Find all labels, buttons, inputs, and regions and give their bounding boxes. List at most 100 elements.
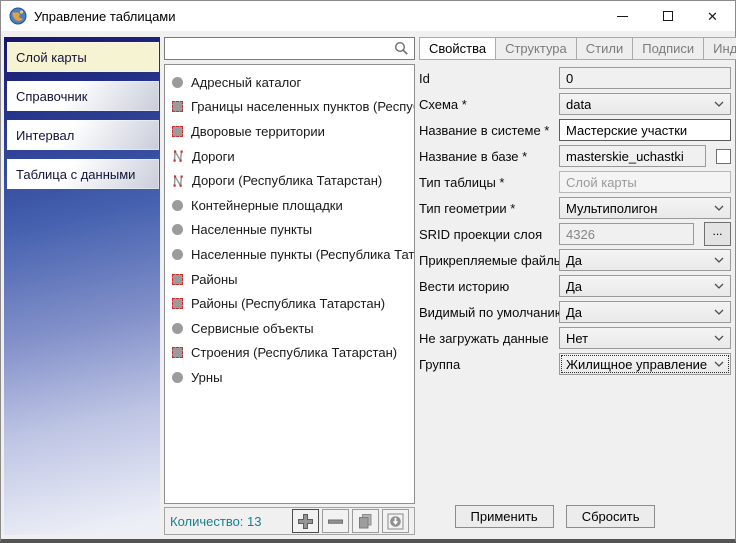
combobox-value: Нет (566, 331, 588, 346)
list-item[interactable]: Строения (Республика Татарстан) (165, 341, 414, 366)
list-item[interactable]: Населенные пункты (Республика Татар (165, 242, 414, 267)
list-item[interactable]: Сервисные объекты (165, 316, 414, 341)
reset-button[interactable]: Сбросить (566, 505, 656, 528)
field-control-area: Слой карты (559, 171, 731, 193)
chevron-down-icon (714, 205, 724, 212)
maximize-button[interactable] (645, 1, 690, 31)
combobox-value: data (566, 97, 591, 112)
titlebar: Управление таблицами ✕ (1, 1, 735, 31)
sidebar-item-3[interactable]: Интервал (7, 120, 159, 150)
list-footer: Количество: 13 (164, 507, 415, 535)
search-icon[interactable] (394, 41, 409, 56)
field-label: Вести историю (419, 279, 559, 294)
combobox-value: Да (566, 279, 582, 294)
form-row: Id0 (419, 65, 731, 91)
list-item-label: Контейнерные площадки (191, 198, 343, 213)
tabstrip: СвойстваСтруктураСтилиПодписиИндекс (419, 37, 731, 60)
form-row: Вести историю Да (419, 273, 731, 299)
field-label: Тип геометрии * (419, 201, 559, 216)
tab-Структура[interactable]: Структура (495, 37, 577, 60)
polygon-geometry-icon (172, 274, 183, 285)
footer-buttons (289, 509, 409, 533)
field-control-area: 4326... (559, 222, 731, 246)
form-row: Прикрепляемые файлыДа (419, 247, 731, 273)
apply-button[interactable]: Применить (455, 505, 554, 528)
form-row: Название в системе *Мастерские участки (419, 117, 731, 143)
form-row: Название в базе *masterskie_uchastki (419, 143, 731, 169)
list-item[interactable]: Населенные пункты (165, 218, 414, 243)
polygon-geometry-icon (172, 347, 183, 358)
search-input[interactable] (165, 38, 394, 59)
field-label: Тип таблицы * (419, 175, 559, 190)
polygon-geometry-icon (172, 101, 183, 112)
tab-Индекс[interactable]: Индекс (703, 37, 736, 60)
list-item[interactable]: Дороги (165, 144, 414, 169)
point-geometry-icon (172, 200, 183, 211)
field-label: Id (419, 71, 559, 86)
tab-Свойства[interactable]: Свойства (419, 37, 496, 60)
sidebar-item-4[interactable]: Таблица с данными (7, 159, 159, 189)
search-box (164, 37, 415, 60)
textbox-field: 4326 (559, 223, 694, 245)
list-item[interactable]: Адресный каталог (165, 70, 414, 95)
textbox-field: 0 (559, 67, 731, 89)
sidebar-item-1[interactable]: Слой карты (7, 42, 159, 72)
ellipsis-button[interactable]: ... (704, 222, 731, 246)
textbox-field: Слой карты (559, 171, 731, 193)
combobox-field[interactable]: Нет (559, 327, 731, 349)
close-button[interactable]: ✕ (690, 1, 735, 31)
add-icon (297, 513, 314, 530)
field-label: SRID проекции слоя (419, 227, 559, 242)
checkbox[interactable] (716, 149, 731, 164)
form-row: Видимый по умолчаниюДа (419, 299, 731, 325)
combobox-field[interactable]: data (559, 93, 731, 115)
chevron-down-icon (714, 335, 724, 342)
minimize-button[interactable] (600, 1, 645, 31)
globe-app-icon (9, 7, 27, 25)
minimize-icon (617, 16, 628, 17)
properties-form: Id0Схема *dataНазвание в системе *Мастер… (419, 60, 731, 535)
tab-Стили[interactable]: Стили (576, 37, 633, 60)
combobox-field[interactable]: Да (559, 275, 731, 297)
field-control-area: Нет (559, 327, 731, 349)
combobox-field[interactable]: Жилищное управление (559, 353, 731, 375)
form-row: Тип геометрии *Мультиполигон (419, 195, 731, 221)
app-window: Управление таблицами ✕ Слой карты Справоч… (0, 0, 736, 543)
field-label: Не загружать данные (419, 331, 559, 346)
layer-list-panel: Адресный каталог Границы населенных пункт… (164, 37, 415, 535)
textbox-field[interactable]: Мастерские участки (559, 119, 731, 141)
add-button[interactable] (292, 509, 319, 533)
list-item-label: Сервисные объекты (191, 321, 314, 336)
list-item[interactable]: Контейнерные площадки (165, 193, 414, 218)
line-geometry-icon (172, 175, 184, 187)
list-item[interactable]: Районы (Республика Татарстан) (165, 291, 414, 316)
tab-Подписи[interactable]: Подписи (632, 37, 704, 60)
list-item-label: Урны (191, 370, 222, 385)
list-item[interactable]: Границы населенных пунктов (Республ (165, 95, 414, 120)
field-control-area: Да (559, 249, 731, 271)
field-control-area: Мастерские участки (559, 119, 731, 141)
polygon-geometry-icon (172, 298, 183, 309)
copy-button[interactable] (352, 509, 379, 533)
sidebar-item-2[interactable]: Справочник (7, 81, 159, 111)
remove-button[interactable] (322, 509, 349, 533)
field-label: Название в базе * (419, 149, 559, 164)
field-label: Группа (419, 357, 559, 372)
window-title: Управление таблицами (34, 9, 600, 24)
combobox-field[interactable]: Да (559, 249, 731, 271)
main-area: Слой карты Справочник Интервал Таблица с да… (1, 31, 735, 539)
field-control-area: 0 (559, 67, 731, 89)
list-item[interactable]: Урны (165, 365, 414, 390)
field-label: Видимый по умолчанию (419, 305, 559, 320)
import-icon (387, 513, 404, 530)
list-item-label: Адресный каталог (191, 75, 301, 90)
field-control-area: masterskie_uchastki (559, 145, 731, 167)
maximize-icon (663, 11, 673, 21)
list-item[interactable]: Районы (165, 267, 414, 292)
combobox-field[interactable]: Мультиполигон (559, 197, 731, 219)
list-item[interactable]: Дороги (Республика Татарстан) (165, 168, 414, 193)
sidebar: Слой карты Справочник Интервал Таблица с да… (4, 37, 160, 535)
combobox-field[interactable]: Да (559, 301, 731, 323)
list-item[interactable]: Дворовые территории (165, 119, 414, 144)
import-button[interactable] (382, 509, 409, 533)
